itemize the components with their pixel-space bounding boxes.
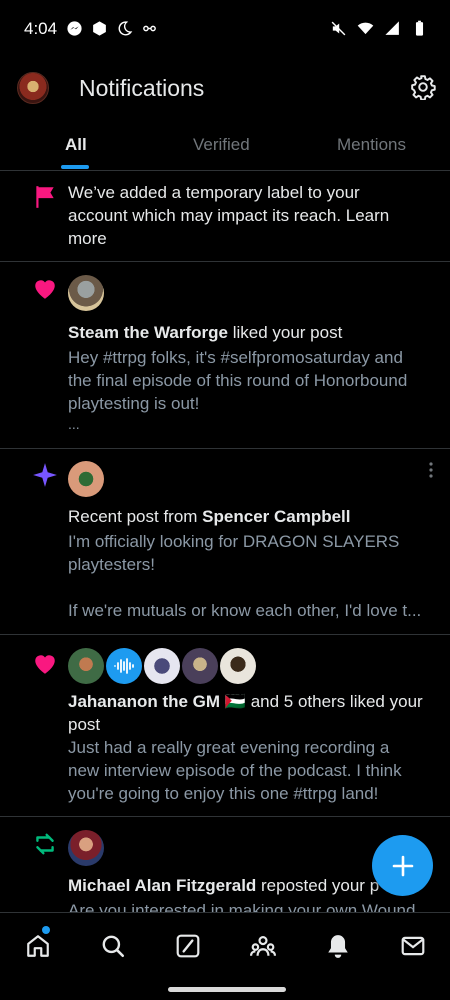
communities-icon[interactable] xyxy=(250,933,276,959)
compose-fab-button[interactable] xyxy=(372,835,433,896)
gesture-bar xyxy=(168,987,286,992)
notifications-bell-icon[interactable] xyxy=(325,933,351,959)
audio-wave-icon xyxy=(114,658,134,674)
notification-item[interactable]: Jahananon the GM 🇵🇸 and 5 others liked y… xyxy=(0,635,450,817)
settings-gear-icon[interactable] xyxy=(410,74,436,100)
tab-bar: All Verified Mentions xyxy=(0,125,450,171)
post-preview: the final episode of this round of Honor… xyxy=(68,371,408,390)
avatar[interactable] xyxy=(68,275,104,311)
messenger-icon xyxy=(67,21,82,36)
link-icon xyxy=(143,25,156,32)
plus-icon xyxy=(392,855,413,876)
notification-item[interactable]: We’ve added a temporary label to your ac… xyxy=(0,172,450,262)
action-text: Recent post from xyxy=(68,507,203,526)
heart-icon xyxy=(35,280,55,299)
home-unread-dot xyxy=(42,926,50,934)
post-preview: I'm officially looking for DRAGON SLAYER… xyxy=(68,532,400,551)
page-title: Notifications xyxy=(79,75,205,101)
avatar[interactable] xyxy=(68,461,104,497)
messages-icon[interactable] xyxy=(400,933,426,959)
action-text: and 5 others liked your xyxy=(245,692,423,711)
notification-item[interactable]: Steam the Warforge liked your post Hey #… xyxy=(0,262,450,449)
post-preview: Are you interested in making your own Wo… xyxy=(68,901,416,912)
notification-text: more xyxy=(68,229,107,248)
notification-text: We’ve added a temporary label to your xyxy=(68,183,360,202)
avatar[interactable] xyxy=(220,648,256,684)
post-preview: playtesters! xyxy=(68,555,155,574)
post-preview: Just had a really great evening recordin… xyxy=(68,738,390,757)
active-tab-indicator xyxy=(61,165,89,169)
tab-all[interactable]: All xyxy=(65,135,87,155)
home-icon[interactable] xyxy=(25,933,51,959)
actor-name[interactable]: Steam the Warforge xyxy=(68,323,228,342)
action-text: post xyxy=(68,715,101,734)
action-text: liked your post xyxy=(227,323,343,342)
post-preview: playtesting is out! xyxy=(68,394,200,413)
mute-icon xyxy=(331,21,346,36)
avatar[interactable] xyxy=(68,648,104,684)
notification-title: Jahananon the GM 🇵🇸 and 5 others liked y… xyxy=(68,690,438,713)
sparkle-icon xyxy=(33,463,57,487)
post-preview-ellipsis: ... xyxy=(68,416,80,432)
notification-title: Steam the Warforge liked your post xyxy=(68,321,438,344)
tab-verified[interactable]: Verified xyxy=(193,135,250,155)
status-time: 4:04 xyxy=(24,19,58,38)
status-bar: 4:04 xyxy=(0,0,450,58)
heart-icon xyxy=(35,655,55,674)
post-preview: If we're mutuals or know each other, I'd… xyxy=(68,601,422,620)
tab-mentions[interactable]: Mentions xyxy=(337,135,406,155)
notification-text: account which may impact its reach. Lear… xyxy=(68,206,390,225)
notification-item[interactable]: Recent post from Spencer Campbell I'm of… xyxy=(0,449,450,635)
avatar[interactable] xyxy=(182,648,218,684)
repost-icon xyxy=(36,833,54,855)
grok-icon[interactable] xyxy=(175,933,201,959)
top-bar: Notifications xyxy=(0,62,450,118)
profile-avatar[interactable] xyxy=(17,72,49,104)
actor-name[interactable]: Jahananon the GM 🇵🇸 xyxy=(68,692,246,711)
actor-name[interactable]: Michael Alan Fitzgerald xyxy=(68,876,256,895)
notification-title: Recent post from Spencer Campbell xyxy=(68,505,438,528)
action-text: reposted your p xyxy=(256,876,380,895)
moon-icon xyxy=(118,21,133,36)
avatar[interactable] xyxy=(106,648,142,684)
avatar[interactable] xyxy=(68,830,104,866)
post-preview xyxy=(68,576,438,599)
post-preview: new interview episode of the podcast. I … xyxy=(68,761,402,780)
post-preview: Hey #ttrpg folks, it's #selfpromosaturda… xyxy=(68,348,403,367)
actor-name[interactable]: Spencer Campbell xyxy=(202,507,350,526)
search-icon[interactable] xyxy=(100,933,126,959)
post-preview: you're going to enjoy this one #ttrpg la… xyxy=(68,784,379,803)
signal-icon xyxy=(385,21,399,35)
box-icon xyxy=(93,21,106,36)
battery-icon xyxy=(415,20,424,36)
wifi-icon xyxy=(357,22,374,35)
avatar[interactable] xyxy=(144,648,180,684)
flag-icon xyxy=(36,186,54,208)
